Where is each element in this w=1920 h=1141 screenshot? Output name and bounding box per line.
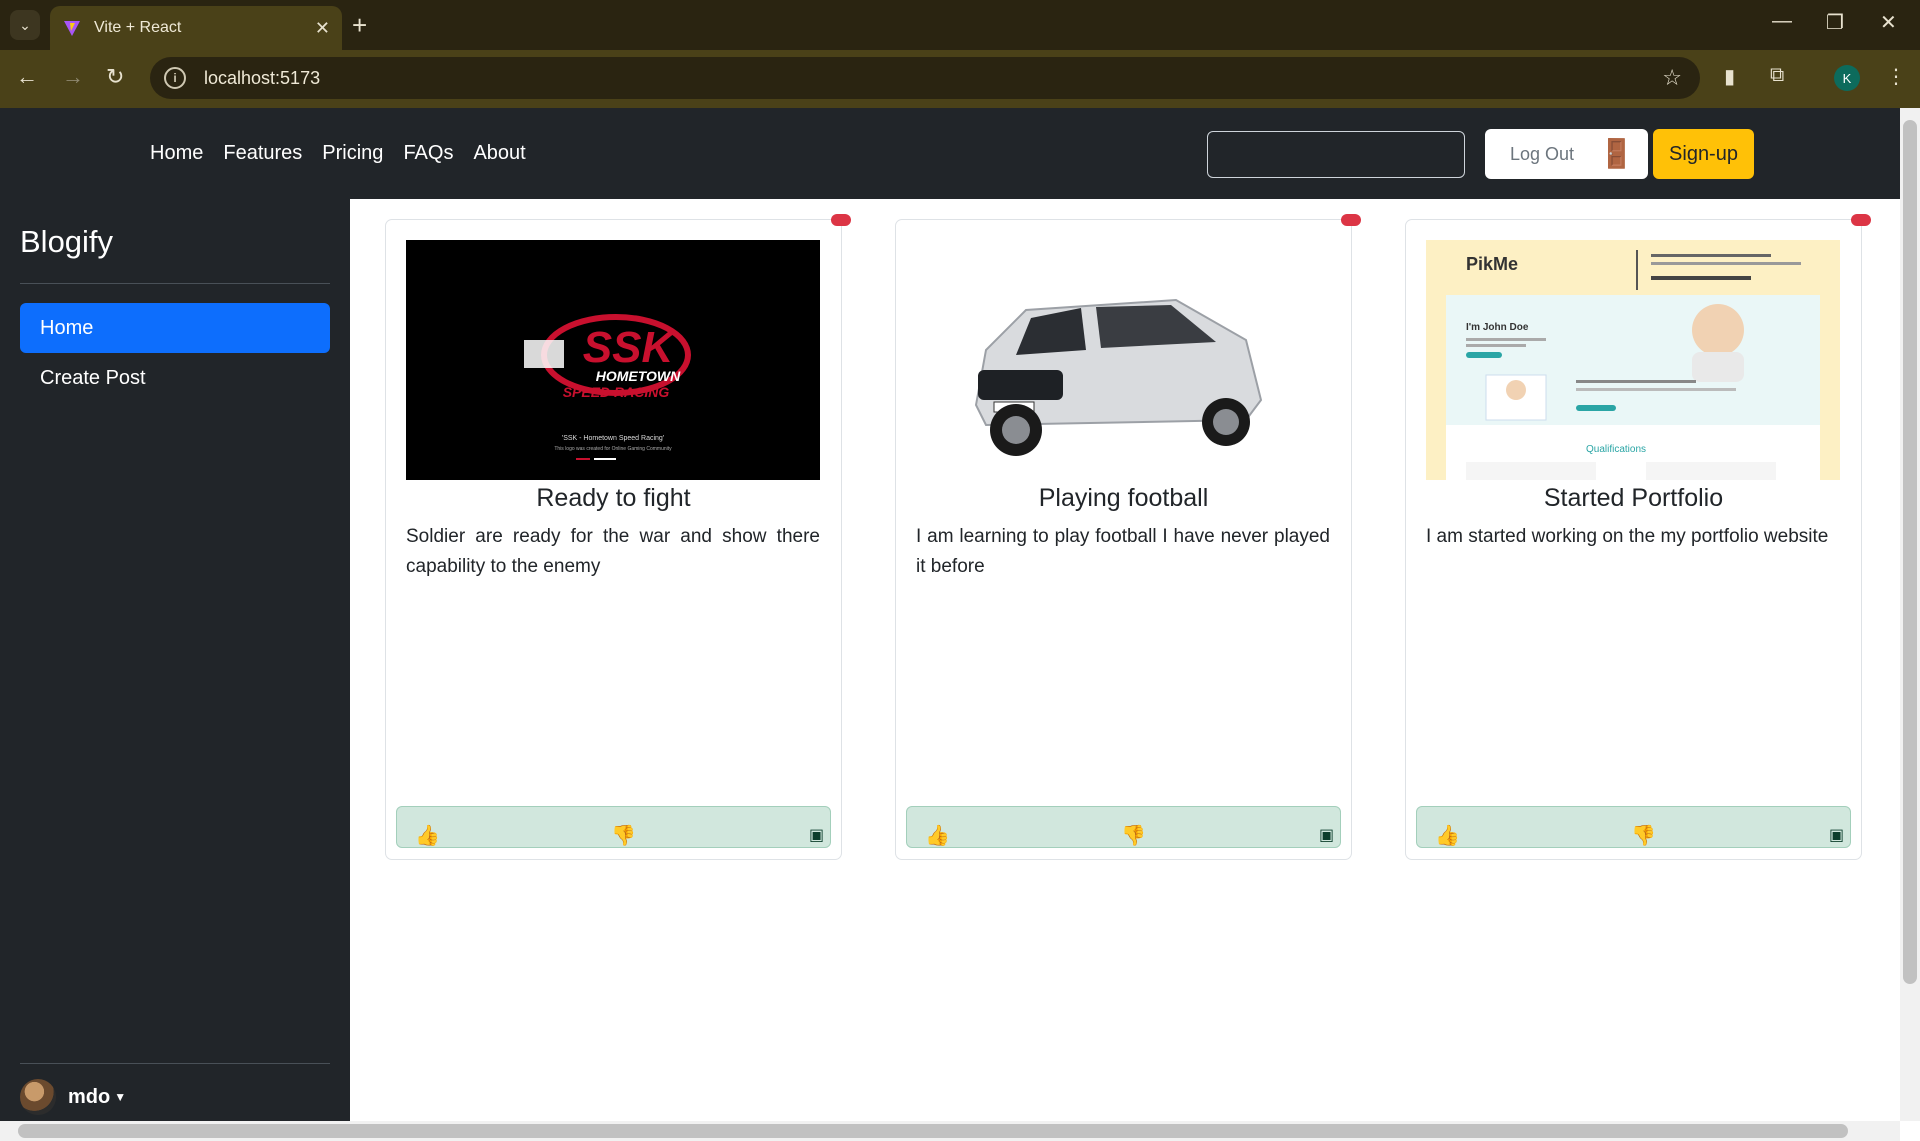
minimize-button[interactable]: — bbox=[1772, 10, 1792, 33]
back-button[interactable]: ← bbox=[16, 64, 38, 90]
nav-link-about[interactable]: About bbox=[473, 142, 525, 165]
brand-title: Blogify bbox=[20, 224, 114, 259]
logout-label: Log Out bbox=[1510, 143, 1575, 164]
browser-tab-bar: ⌄ Vite + React ✕ + — ❐ ✕ bbox=[0, 0, 1920, 50]
portfolio-hero-text: I'm John Doe bbox=[1466, 322, 1529, 333]
tab-search-button[interactable]: ⌄ bbox=[10, 10, 40, 40]
top-navbar: Home Features Pricing FAQs About Log Out… bbox=[0, 108, 1900, 199]
ssk-subcaption: This logo was created for Online Gaming … bbox=[554, 446, 672, 452]
thumbs-up-icon[interactable]: 👍 bbox=[415, 823, 440, 848]
post-card: Playing football I am learning to play f… bbox=[895, 214, 1361, 860]
post-card: PikMe I'm John Doe Qualifications Starte… bbox=[1405, 214, 1871, 860]
post-title: Started Portfolio bbox=[1543, 484, 1724, 512]
sidebar: Blogify Home Create Post mdo ▼ bbox=[0, 199, 350, 1121]
nav-link-faqs[interactable]: FAQs bbox=[403, 142, 453, 165]
comment-add-icon[interactable]: ▣ bbox=[1319, 825, 1334, 845]
forward-button[interactable]: → bbox=[62, 64, 84, 90]
page: Home Features Pricing FAQs About Log Out… bbox=[0, 108, 1900, 1121]
close-tab-icon[interactable]: ✕ bbox=[315, 18, 330, 39]
sidebar-item-create-post[interactable]: Create Post bbox=[20, 353, 330, 403]
svg-text:SSK: SSK bbox=[583, 323, 677, 372]
nav-links: Home Features Pricing FAQs About bbox=[150, 142, 526, 165]
post-body: I am learning to play football I have ne… bbox=[916, 526, 1330, 577]
thumbs-up-icon[interactable]: 👍 bbox=[1435, 823, 1460, 848]
browser-toolbar: ← → ↻ i localhost:5173 ☆ ▮ ⧉ K ⋮ bbox=[0, 50, 1920, 108]
notification-badge bbox=[1341, 214, 1361, 226]
comment-add-icon[interactable]: ▣ bbox=[1829, 825, 1844, 845]
tab-title: Vite + React bbox=[94, 19, 182, 36]
post-actions: 👍 👎 ▣ bbox=[396, 806, 831, 848]
post-image: PikMe I'm John Doe Qualifications bbox=[1426, 240, 1840, 480]
sidebar-item-home[interactable]: Home bbox=[20, 303, 330, 353]
comment-add-icon[interactable]: ▣ bbox=[809, 825, 824, 845]
caret-down-icon: ▼ bbox=[114, 1090, 127, 1104]
post-body: I am started working on the my portfolio… bbox=[1426, 526, 1829, 547]
logout-button[interactable]: Log Out 🚪 bbox=[1485, 129, 1648, 179]
user-name: mdo bbox=[68, 1085, 111, 1108]
svg-text:SPEED RACING: SPEED RACING bbox=[563, 384, 670, 400]
exit-door-icon: 🚪 bbox=[1599, 138, 1634, 169]
post-title: Playing football bbox=[1038, 484, 1209, 512]
notification-badge bbox=[831, 214, 851, 226]
post-card: SSK HOMETOWN SPEED RACING 'SSK - Hometow… bbox=[385, 214, 851, 860]
browser-tab[interactable]: Vite + React ✕ bbox=[50, 6, 342, 50]
post-actions: 👍 👎 ▣ bbox=[1416, 806, 1851, 848]
sidebar-divider bbox=[20, 283, 330, 284]
posts-area: SSK HOMETOWN SPEED RACING 'SSK - Hometow… bbox=[350, 199, 1882, 1121]
user-menu[interactable]: mdo ▼ bbox=[20, 1079, 126, 1115]
url-text: localhost:5173 bbox=[204, 67, 321, 88]
post-actions: 👍 👎 ▣ bbox=[906, 806, 1341, 848]
portfolio-brand: PikMe bbox=[1466, 254, 1518, 274]
horizontal-scroll-thumb[interactable] bbox=[18, 1124, 1848, 1138]
nav-link-home[interactable]: Home bbox=[150, 142, 203, 165]
site-info-icon[interactable]: i bbox=[164, 67, 186, 89]
vite-favicon-icon bbox=[64, 21, 80, 36]
nav-link-pricing[interactable]: Pricing bbox=[322, 142, 383, 165]
extensions-puzzle-icon[interactable]: ⧉ bbox=[1770, 64, 1784, 87]
signup-button[interactable]: Sign-up bbox=[1653, 129, 1754, 179]
profile-avatar[interactable]: K bbox=[1834, 65, 1860, 91]
svg-text:HOMETOWN: HOMETOWN bbox=[596, 368, 681, 384]
post-body: Soldier are ready for the war and show t… bbox=[406, 526, 820, 577]
portfolio-section: Qualifications bbox=[1586, 444, 1646, 455]
notification-badge bbox=[1851, 214, 1871, 226]
vertical-scrollbar[interactable] bbox=[1900, 108, 1920, 1121]
new-tab-button[interactable]: + bbox=[352, 12, 367, 38]
post-image bbox=[916, 240, 1330, 480]
ssk-caption: 'SSK - Hometown Speed Racing' bbox=[562, 435, 664, 442]
address-bar[interactable]: i localhost:5173 ☆ bbox=[150, 57, 1700, 99]
thumbs-down-icon[interactable]: 👎 bbox=[611, 823, 636, 848]
reload-button[interactable]: ↻ bbox=[106, 64, 124, 90]
post-image: SSK HOMETOWN SPEED RACING 'SSK - Hometow… bbox=[406, 240, 820, 480]
close-window-button[interactable]: ✕ bbox=[1880, 10, 1897, 35]
vertical-scroll-thumb[interactable] bbox=[1903, 120, 1917, 984]
thumbs-down-icon[interactable]: 👎 bbox=[1121, 823, 1146, 848]
sidebar-divider-bottom bbox=[20, 1063, 330, 1064]
suv-car-image bbox=[974, 298, 1263, 456]
avatar bbox=[20, 1079, 56, 1115]
post-title: Ready to fight bbox=[536, 484, 691, 512]
horizontal-scrollbar[interactable] bbox=[0, 1121, 1900, 1141]
search-input[interactable] bbox=[1207, 131, 1465, 178]
extension-icon[interactable]: ▮ bbox=[1724, 64, 1735, 89]
thumbs-up-icon[interactable]: 👍 bbox=[925, 823, 950, 848]
thumbs-down-icon[interactable]: 👎 bbox=[1631, 823, 1656, 848]
bookmark-star-icon[interactable]: ☆ bbox=[1662, 65, 1682, 91]
portfolio-template-image: PikMe I'm John Doe Qualifications bbox=[1426, 240, 1840, 480]
nav-link-features[interactable]: Features bbox=[223, 142, 302, 165]
browser-menu-icon[interactable]: ⋮ bbox=[1886, 64, 1906, 89]
restore-button[interactable]: ❐ bbox=[1826, 10, 1844, 35]
ssk-logo-image: SSK HOMETOWN SPEED RACING 'SSK - Hometow… bbox=[524, 314, 691, 460]
